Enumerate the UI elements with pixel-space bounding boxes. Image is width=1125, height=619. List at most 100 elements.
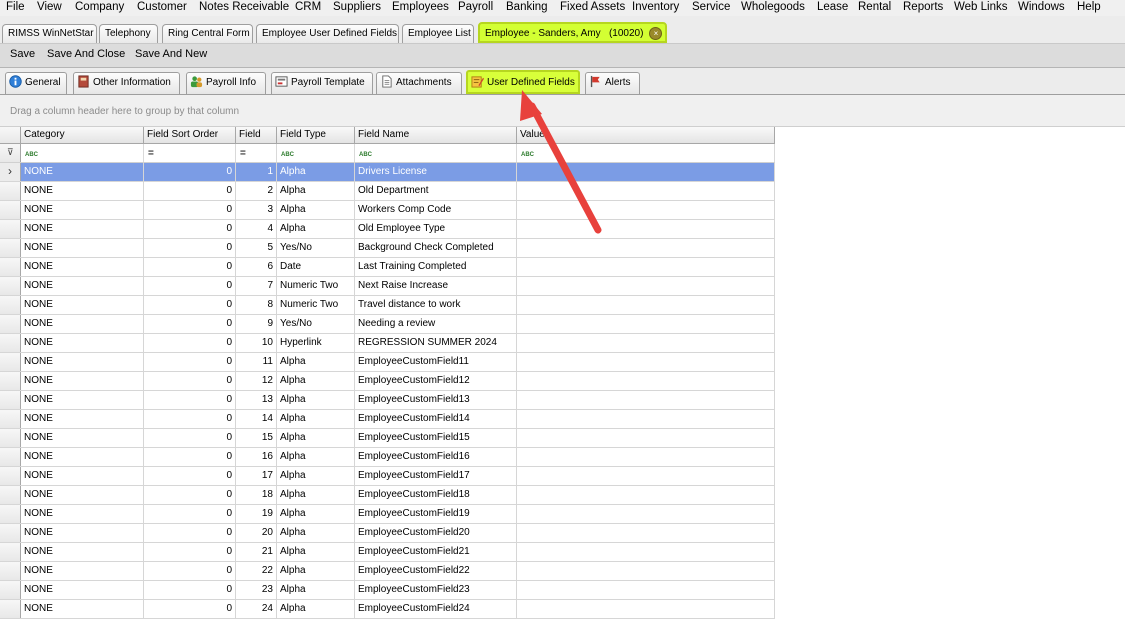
cell-field-sort-order[interactable]: 0: [144, 258, 236, 276]
cell-value[interactable]: [517, 391, 775, 409]
cell-field[interactable]: 20: [236, 524, 277, 542]
table-row[interactable]: NONE 0 16 Alpha EmployeeCustomField16: [0, 448, 775, 467]
cell-category[interactable]: NONE: [21, 182, 144, 200]
row-indicator[interactable]: [0, 372, 21, 390]
row-indicator[interactable]: [0, 486, 21, 504]
cell-category[interactable]: NONE: [21, 543, 144, 561]
menu-wholegoods[interactable]: Wholegoods: [741, 0, 805, 15]
cell-field[interactable]: 2: [236, 182, 277, 200]
cell-category[interactable]: NONE: [21, 334, 144, 352]
cell-field-type[interactable]: Numeric Two: [277, 296, 355, 314]
cell-category[interactable]: NONE: [21, 448, 144, 466]
tab-general[interactable]: General: [5, 72, 67, 94]
cell-field-type[interactable]: Alpha: [277, 467, 355, 485]
table-row[interactable]: NONE 0 4 Alpha Old Employee Type: [0, 220, 775, 239]
cell-category[interactable]: NONE: [21, 391, 144, 409]
cell-field-type[interactable]: Alpha: [277, 505, 355, 523]
cell-field-name[interactable]: Background Check Completed: [355, 239, 517, 257]
cell-field[interactable]: 22: [236, 562, 277, 580]
row-indicator[interactable]: [0, 258, 21, 276]
cell-category[interactable]: NONE: [21, 163, 144, 181]
cell-field-sort-order[interactable]: 0: [144, 334, 236, 352]
cell-value[interactable]: [517, 543, 775, 561]
cell-field-name[interactable]: EmployeeCustomField11: [355, 353, 517, 371]
cell-category[interactable]: NONE: [21, 581, 144, 599]
cell-category[interactable]: NONE: [21, 258, 144, 276]
row-indicator[interactable]: [0, 353, 21, 371]
menu-windows[interactable]: Windows: [1018, 0, 1065, 15]
table-row[interactable]: NONE 0 13 Alpha EmployeeCustomField13: [0, 391, 775, 410]
cell-field[interactable]: 14: [236, 410, 277, 428]
cell-field-name[interactable]: EmployeeCustomField17: [355, 467, 517, 485]
filter-cell-field[interactable]: =: [236, 144, 277, 162]
row-indicator[interactable]: [0, 391, 21, 409]
cell-field-name[interactable]: EmployeeCustomField20: [355, 524, 517, 542]
cell-field-sort-order[interactable]: 0: [144, 201, 236, 219]
filter-cell-category[interactable]: ABC: [21, 144, 144, 162]
cell-field-type[interactable]: Numeric Two: [277, 277, 355, 295]
menu-file[interactable]: File: [6, 0, 25, 15]
cell-field-type[interactable]: Alpha: [277, 448, 355, 466]
doc-tab-employee-sanders-amy-10020[interactable]: Employee - Sanders, Amy (10020) ×: [478, 22, 667, 43]
cell-value[interactable]: [517, 581, 775, 599]
cell-field-type[interactable]: Alpha: [277, 581, 355, 599]
table-row[interactable]: NONE 0 21 Alpha EmployeeCustomField21: [0, 543, 775, 562]
cell-value[interactable]: [517, 486, 775, 504]
cell-field-name[interactable]: EmployeeCustomField21: [355, 543, 517, 561]
menu-help[interactable]: Help: [1077, 0, 1101, 15]
row-indicator[interactable]: [0, 562, 21, 580]
cell-field[interactable]: 13: [236, 391, 277, 409]
cell-category[interactable]: NONE: [21, 239, 144, 257]
cell-category[interactable]: NONE: [21, 467, 144, 485]
cell-value[interactable]: [517, 258, 775, 276]
cell-field-name[interactable]: Needing a review: [355, 315, 517, 333]
row-indicator[interactable]: [0, 277, 21, 295]
cell-field-name[interactable]: EmployeeCustomField12: [355, 372, 517, 390]
menu-service[interactable]: Service: [692, 0, 730, 15]
cell-field-sort-order[interactable]: 0: [144, 372, 236, 390]
cell-value[interactable]: [517, 467, 775, 485]
menu-lease[interactable]: Lease: [817, 0, 848, 15]
tab-alerts[interactable]: Alerts: [585, 72, 640, 94]
cell-field-sort-order[interactable]: 0: [144, 239, 236, 257]
cell-field-name[interactable]: EmployeeCustomField14: [355, 410, 517, 428]
cell-field-type[interactable]: Alpha: [277, 410, 355, 428]
cell-field-sort-order[interactable]: 0: [144, 448, 236, 466]
menu-fixed-assets[interactable]: Fixed Assets: [560, 0, 625, 15]
cell-field-sort-order[interactable]: 0: [144, 600, 236, 618]
menu-notes-receivable[interactable]: Notes Receivable: [199, 0, 289, 15]
table-row[interactable]: NONE 0 5 Yes/No Background Check Completed: [0, 239, 775, 258]
table-row[interactable]: NONE 0 8 Numeric Two Travel distance to work: [0, 296, 775, 315]
cell-field-type[interactable]: Alpha: [277, 600, 355, 618]
cell-category[interactable]: NONE: [21, 220, 144, 238]
cell-category[interactable]: NONE: [21, 296, 144, 314]
menu-company[interactable]: Company: [75, 0, 124, 15]
cell-field[interactable]: 12: [236, 372, 277, 390]
cell-value[interactable]: [517, 429, 775, 447]
row-indicator[interactable]: [0, 182, 21, 200]
cell-field[interactable]: 1: [236, 163, 277, 181]
row-indicator[interactable]: ›: [0, 163, 21, 181]
tab-other-information[interactable]: Other Information: [73, 72, 180, 94]
cell-field-type[interactable]: Alpha: [277, 562, 355, 580]
table-row[interactable]: NONE 0 18 Alpha EmployeeCustomField18: [0, 486, 775, 505]
table-row[interactable]: NONE 0 22 Alpha EmployeeCustomField22: [0, 562, 775, 581]
cell-field-name[interactable]: Workers Comp Code: [355, 201, 517, 219]
menu-banking[interactable]: Banking: [506, 0, 548, 15]
doc-tab-telephony[interactable]: Telephony: [99, 24, 158, 43]
cell-field-sort-order[interactable]: 0: [144, 429, 236, 447]
row-indicator[interactable]: [0, 429, 21, 447]
cell-value[interactable]: [517, 201, 775, 219]
cell-field-sort-order[interactable]: 0: [144, 353, 236, 371]
doc-tab-employee-list[interactable]: Employee List: [402, 24, 474, 43]
cell-value[interactable]: [517, 315, 775, 333]
menu-customer[interactable]: Customer: [137, 0, 187, 15]
cell-field-type[interactable]: Date: [277, 258, 355, 276]
cell-field-sort-order[interactable]: 0: [144, 505, 236, 523]
cell-field-type[interactable]: Alpha: [277, 220, 355, 238]
cell-field-type[interactable]: Alpha: [277, 391, 355, 409]
cell-field-sort-order[interactable]: 0: [144, 296, 236, 314]
doc-tab-employee-user-defined-fields[interactable]: Employee User Defined Fields: [256, 24, 399, 43]
cell-field-sort-order[interactable]: 0: [144, 524, 236, 542]
table-row[interactable]: NONE 0 24 Alpha EmployeeCustomField24: [0, 600, 775, 619]
